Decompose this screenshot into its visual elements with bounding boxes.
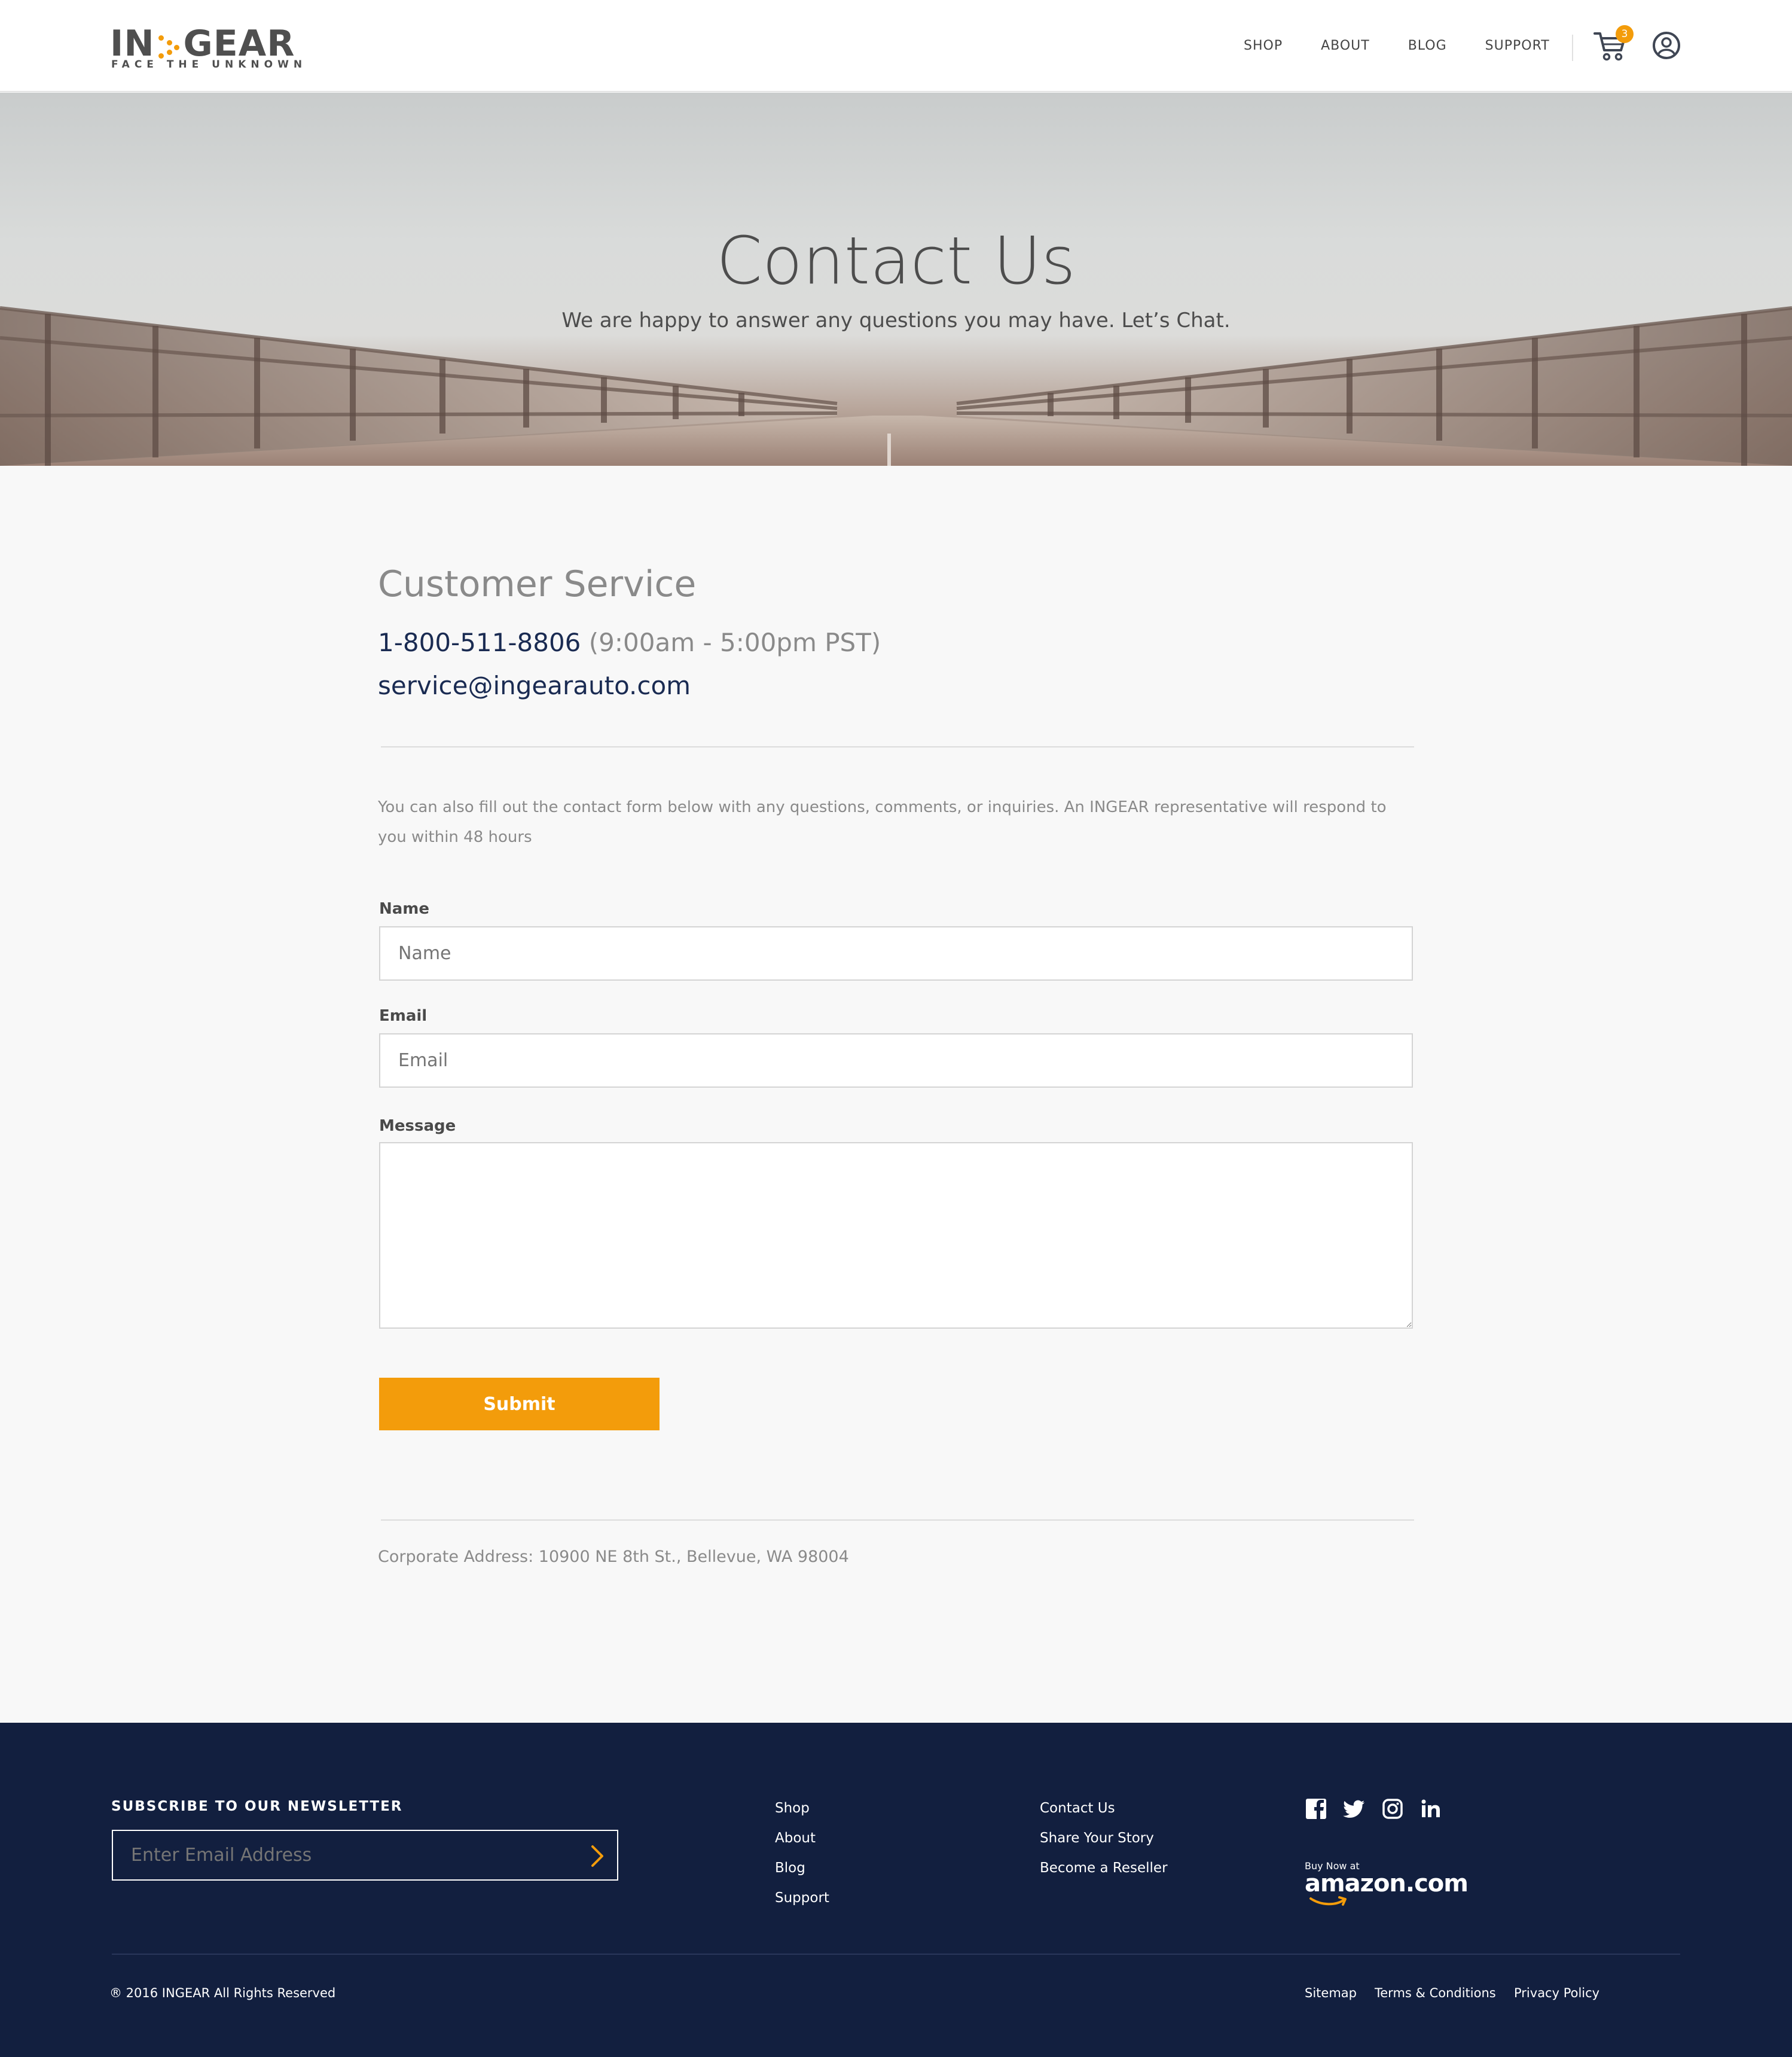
copyright-text: ® 2016 INGEAR All Rights Reserved: [109, 1986, 336, 2000]
nav-item-support[interactable]: SUPPORT: [1485, 37, 1550, 55]
footer-link-terms[interactable]: Terms & Conditions: [1375, 1986, 1496, 2000]
service-hours: (9:00am - 5:00pm PST): [588, 628, 881, 657]
footer-link-become-a-reseller[interactable]: Become a Reseller: [1040, 1859, 1168, 1877]
newsletter-heading: SUBSCRIBE TO OUR NEWSLETTER: [111, 1799, 403, 1814]
footer-link-contact-us[interactable]: Contact Us: [1040, 1799, 1115, 1817]
email-label: Email: [379, 1007, 428, 1025]
divider: [381, 1519, 1414, 1521]
nav-item-about[interactable]: ABOUT: [1321, 37, 1370, 55]
phone-number-link[interactable]: 1-800-511-8806: [378, 628, 581, 657]
linkedin-icon[interactable]: [1419, 1797, 1442, 1820]
hero-subtitle: We are happy to answer any questions you…: [561, 309, 1231, 332]
logo-dots-icon: [156, 30, 182, 60]
name-label: Name: [379, 900, 430, 918]
message-label: Message: [379, 1117, 456, 1135]
amazon-buy-link[interactable]: Buy Now at amazon.com: [1305, 1860, 1469, 1914]
user-circle-icon: [1653, 32, 1680, 59]
submit-button[interactable]: Submit: [379, 1378, 660, 1430]
amazon-logo-text: amazon.com: [1305, 1870, 1469, 1897]
amazon-smile-icon: [1309, 1896, 1347, 1906]
logo[interactable]: IN GEAR FACE THE UNKNOWN: [110, 23, 302, 73]
facebook-icon[interactable]: [1305, 1797, 1327, 1820]
site-footer: SUBSCRIBE TO OUR NEWSLETTER Shop About B…: [0, 1723, 1792, 2057]
email-input[interactable]: [379, 1033, 1413, 1088]
newsletter-email-input[interactable]: [113, 1831, 567, 1879]
phone-line: 1-800-511-8806 (9:00am - 5:00pm PST): [378, 625, 881, 661]
newsletter-form: [112, 1830, 618, 1881]
message-textarea[interactable]: [379, 1142, 1413, 1329]
main-nav: SHOP ABOUT BLOG SUPPORT: [1244, 37, 1588, 55]
contact-intro-text: You can also fill out the contact form b…: [378, 798, 1387, 846]
account-button[interactable]: [1652, 31, 1681, 60]
hero-title: Contact Us: [716, 222, 1076, 299]
footer-link-blog[interactable]: Blog: [775, 1859, 805, 1877]
footer-link-privacy[interactable]: Privacy Policy: [1514, 1986, 1599, 2000]
service-email-link[interactable]: service@ingearauto.com: [378, 668, 691, 704]
footer-divider: [112, 1954, 1680, 1955]
hero-banner: Contact Us We are happy to answer any qu…: [0, 93, 1792, 466]
nav-item-blog[interactable]: BLOG: [1408, 37, 1447, 55]
footer-link-support[interactable]: Support: [775, 1889, 829, 1907]
footer-link-shop[interactable]: Shop: [775, 1799, 810, 1817]
cart-button[interactable]: 3: [1593, 25, 1634, 63]
twitter-icon[interactable]: [1343, 1797, 1366, 1820]
chevron-right-icon[interactable]: [585, 1844, 609, 1868]
footer-link-share-your-story[interactable]: Share Your Story: [1040, 1829, 1154, 1847]
footer-link-about[interactable]: About: [775, 1829, 816, 1847]
instagram-icon[interactable]: [1381, 1797, 1404, 1820]
nav-divider: [1572, 35, 1573, 61]
name-input[interactable]: [379, 926, 1413, 981]
footer-link-sitemap[interactable]: Sitemap: [1305, 1986, 1357, 2000]
divider: [381, 746, 1414, 747]
cart-count-badge: 3: [1616, 25, 1634, 43]
nav-item-shop[interactable]: SHOP: [1244, 37, 1283, 55]
site-header: IN GEAR FACE THE UNKNOWN SHOP ABOUT BLOG …: [0, 0, 1792, 92]
customer-service-heading: Customer Service: [378, 563, 697, 605]
logo-tagline: FACE THE UNKNOWN: [111, 59, 307, 71]
social-links: [1305, 1797, 1458, 1820]
corporate-address: Corporate Address: 10900 NE 8th St., Bel…: [378, 1548, 849, 1566]
